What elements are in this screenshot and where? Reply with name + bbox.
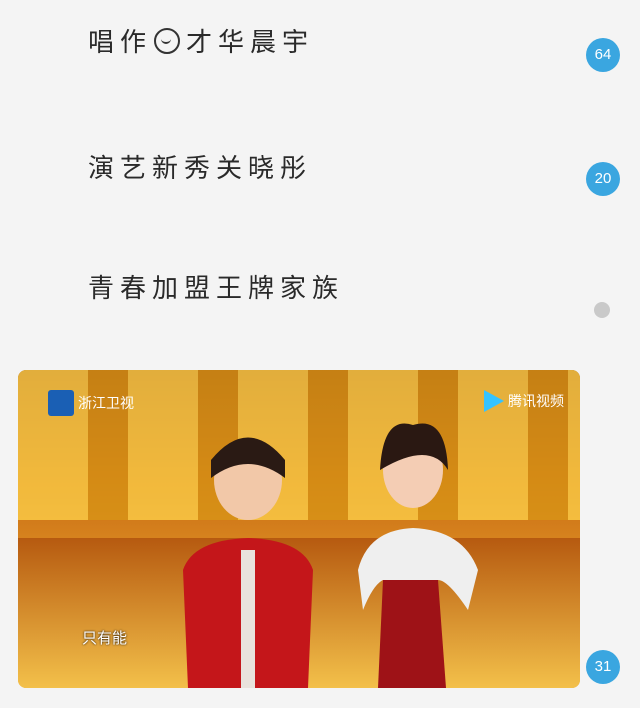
- performer-left: [183, 437, 313, 688]
- channel-logo-text: 浙江卫视: [78, 395, 134, 411]
- emoji-icon: [154, 28, 181, 54]
- count-badge[interactable]: 20: [586, 162, 620, 196]
- video-subtitle: 只有能: [82, 629, 128, 647]
- caption-text-part1: 唱作: [88, 28, 153, 58]
- feed-item-2[interactable]: 演艺新秀关晓彤 20: [0, 120, 640, 240]
- item-caption: 青春加盟王牌家族: [88, 274, 345, 304]
- platform-logo-text: 腾讯视频: [508, 393, 564, 409]
- play-logo-icon: [484, 390, 504, 412]
- count-badge[interactable]: 64: [586, 38, 620, 72]
- video-thumbnail[interactable]: 浙江卫视 腾讯视频 只有能: [18, 370, 580, 688]
- platform-logo: 腾讯视频: [484, 390, 564, 412]
- channel-logo-icon: [48, 390, 74, 416]
- feed-item-1[interactable]: 唱作 才华晨宇 64: [0, 0, 640, 120]
- performer-right: [358, 423, 478, 688]
- indicator-dot[interactable]: [594, 302, 610, 318]
- item-caption: 演艺新秀关晓彤: [88, 154, 313, 184]
- item-caption: 唱作 才华晨宇: [88, 22, 314, 59]
- caption-text-part2: 才华晨宇: [186, 28, 315, 58]
- channel-logo: 浙江卫视: [48, 390, 134, 416]
- count-badge[interactable]: 31: [586, 650, 620, 684]
- feed-item-3[interactable]: 青春加盟王牌家族: [0, 240, 640, 360]
